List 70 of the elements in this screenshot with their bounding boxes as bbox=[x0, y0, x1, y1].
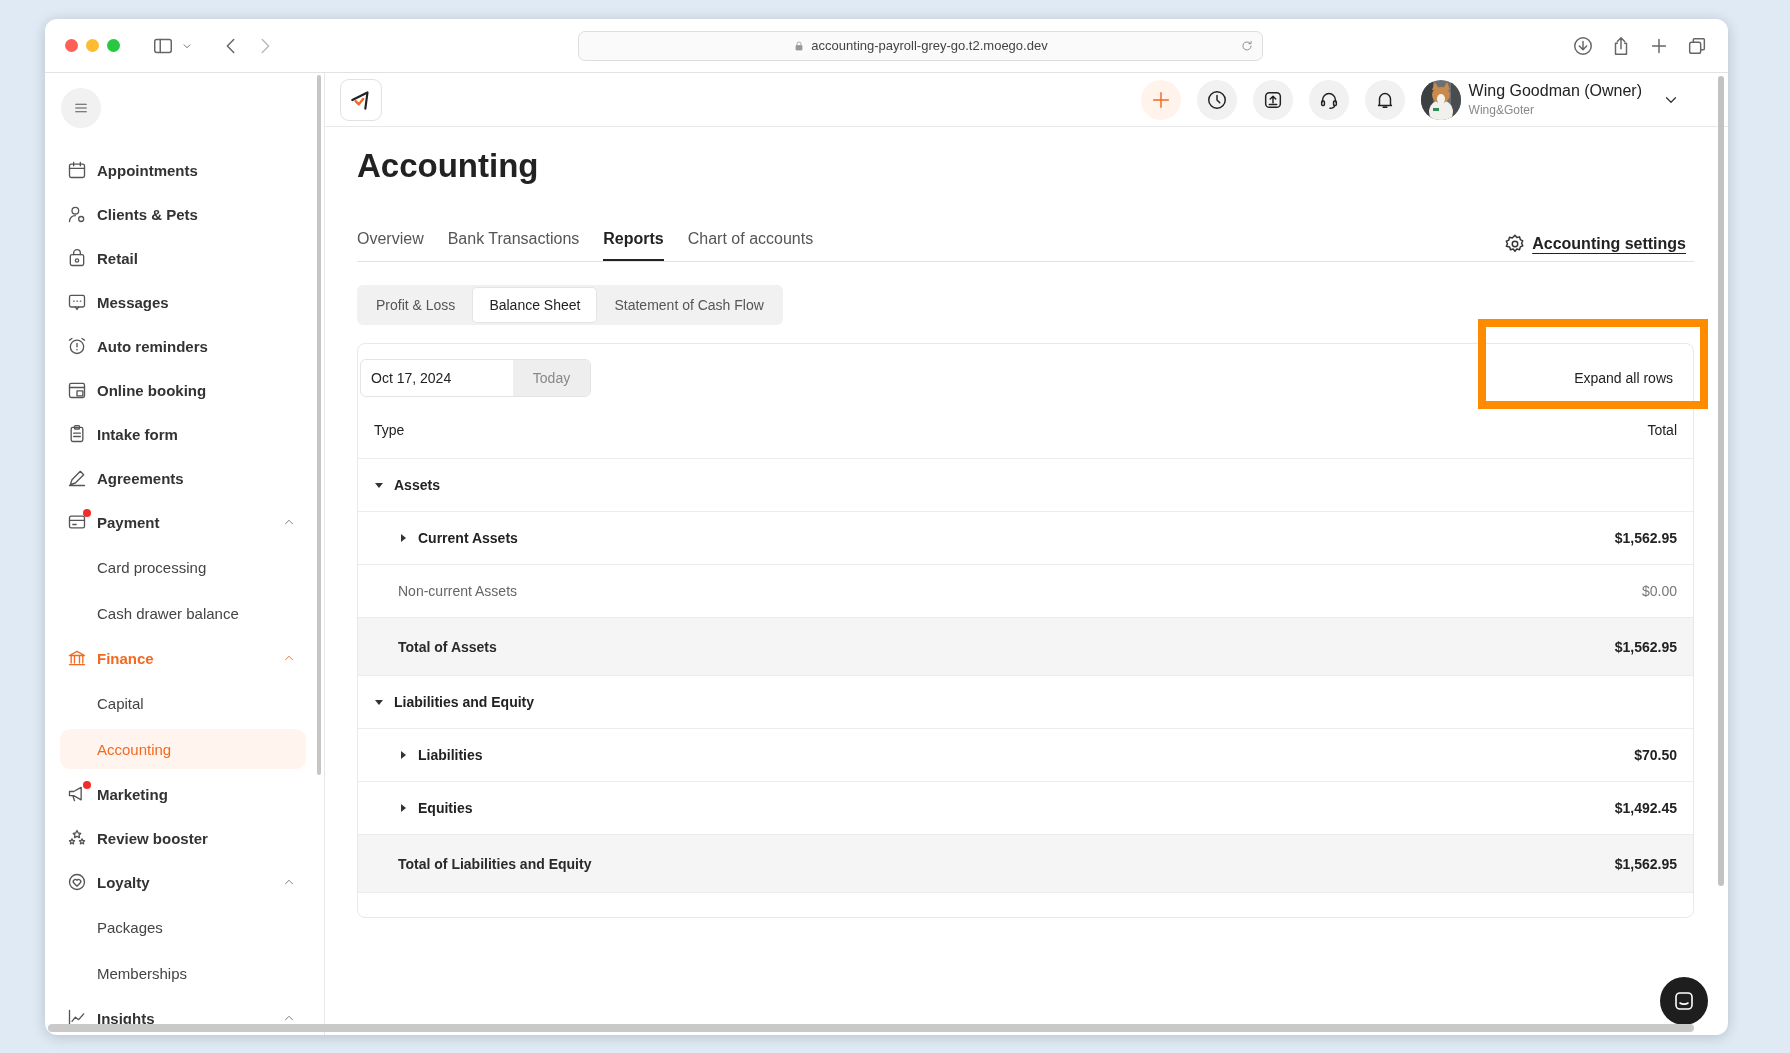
logo-icon[interactable] bbox=[340, 78, 382, 121]
lock-icon bbox=[793, 39, 806, 52]
sidebar-subitem[interactable]: Cash drawer balance bbox=[60, 590, 306, 636]
tab[interactable]: Overview bbox=[357, 219, 424, 261]
table-cell: $1,562.95 bbox=[1614, 855, 1677, 872]
sidebar-item[interactable]: Appointments bbox=[60, 148, 306, 192]
clock-icon bbox=[1205, 88, 1228, 111]
sidebar-item[interactable]: Review booster bbox=[60, 816, 306, 860]
table-cell: $1,562.95 bbox=[1614, 530, 1677, 546]
table-cell: $70.50 bbox=[1634, 747, 1677, 763]
table-cell: Liabilities bbox=[418, 747, 483, 763]
page-title: Accounting bbox=[357, 147, 540, 186]
sidebar-item[interactable]: Intake form bbox=[60, 412, 306, 456]
caret-icon[interactable] bbox=[398, 803, 408, 813]
user-name: Wing Goodman (Owner) bbox=[1468, 82, 1642, 100]
table-cell: Total of Assets bbox=[398, 638, 497, 655]
scrollbar[interactable] bbox=[317, 75, 321, 775]
alarm-clock-icon bbox=[67, 336, 87, 356]
caret-icon[interactable] bbox=[398, 750, 408, 760]
column-header: Total bbox=[1647, 422, 1677, 438]
business-name: Wing&Goter bbox=[1468, 103, 1535, 117]
table-cell: $0.00 bbox=[1641, 583, 1677, 599]
table-cell: Non-current Assets bbox=[398, 583, 518, 599]
pen-icon bbox=[67, 468, 87, 488]
chat-button[interactable] bbox=[1660, 977, 1708, 1025]
person-icon bbox=[67, 204, 87, 224]
sidebar-item[interactable]: Messages bbox=[60, 280, 306, 324]
sidebar-item[interactable]: Retail bbox=[60, 236, 306, 280]
tab[interactable]: Chart of accounts bbox=[687, 219, 814, 261]
sidebar-item[interactable]: Online booking bbox=[60, 368, 306, 412]
tab[interactable]: Bank Transactions bbox=[447, 219, 580, 261]
scrollbar[interactable] bbox=[48, 1024, 1694, 1032]
column-header: Type bbox=[374, 422, 405, 438]
sidebar-subitem[interactable]: Memberships bbox=[60, 950, 306, 996]
scrollbar[interactable] bbox=[1718, 76, 1724, 886]
table-cell: Equities bbox=[418, 800, 473, 816]
table-cell: Current Assets bbox=[418, 530, 518, 546]
bag-icon bbox=[67, 248, 87, 268]
report-tab[interactable]: Profit & Loss bbox=[360, 288, 472, 322]
report-tab[interactable]: Balance Sheet bbox=[473, 288, 597, 322]
sidebar-item[interactable]: Loyalty bbox=[60, 860, 306, 904]
sidebar-subitem[interactable]: Card processing bbox=[60, 544, 306, 590]
table-cell: Liabilities and Equity bbox=[394, 694, 535, 710]
bank-icon bbox=[67, 648, 87, 668]
close-button[interactable] bbox=[65, 39, 78, 52]
expand-all-rows-button[interactable]: Expand all rows bbox=[1574, 370, 1673, 386]
sidebar-item[interactable]: Marketing bbox=[60, 772, 306, 816]
calendar-icon bbox=[67, 160, 87, 180]
accounting-settings-link[interactable]: Accounting settings bbox=[1532, 235, 1686, 253]
sidebar-subitem[interactable]: Packages bbox=[60, 904, 306, 950]
report-tab[interactable]: Statement of Cash Flow bbox=[598, 288, 780, 322]
tab[interactable]: Reports bbox=[603, 219, 664, 261]
chat-icon bbox=[1672, 989, 1696, 1013]
caret-icon[interactable] bbox=[374, 697, 384, 707]
sidebar-item[interactable]: Agreements bbox=[60, 456, 306, 500]
table-cell: Total of Liabilities and Equity bbox=[398, 855, 592, 872]
browser-icon bbox=[67, 380, 87, 400]
caret-icon[interactable] bbox=[374, 480, 384, 490]
menu-button[interactable] bbox=[61, 88, 101, 128]
sidebar-subitem[interactable]: Capital bbox=[60, 680, 306, 726]
address-bar[interactable]: accounting-payroll-grey-go.t2.moego.dev bbox=[578, 30, 1263, 61]
chat-icon bbox=[67, 292, 87, 312]
sidebar-item[interactable]: Clients & Pets bbox=[60, 192, 306, 236]
table-cell: $1,562.95 bbox=[1614, 638, 1677, 655]
table-cell: $1,492.45 bbox=[1614, 800, 1677, 816]
sidebar-item[interactable]: Payment bbox=[60, 500, 306, 544]
sidebar-item[interactable]: Auto reminders bbox=[60, 324, 306, 368]
table-cell: Assets bbox=[394, 477, 440, 493]
download-icon[interactable] bbox=[1572, 34, 1594, 57]
caret-icon[interactable] bbox=[398, 533, 408, 543]
